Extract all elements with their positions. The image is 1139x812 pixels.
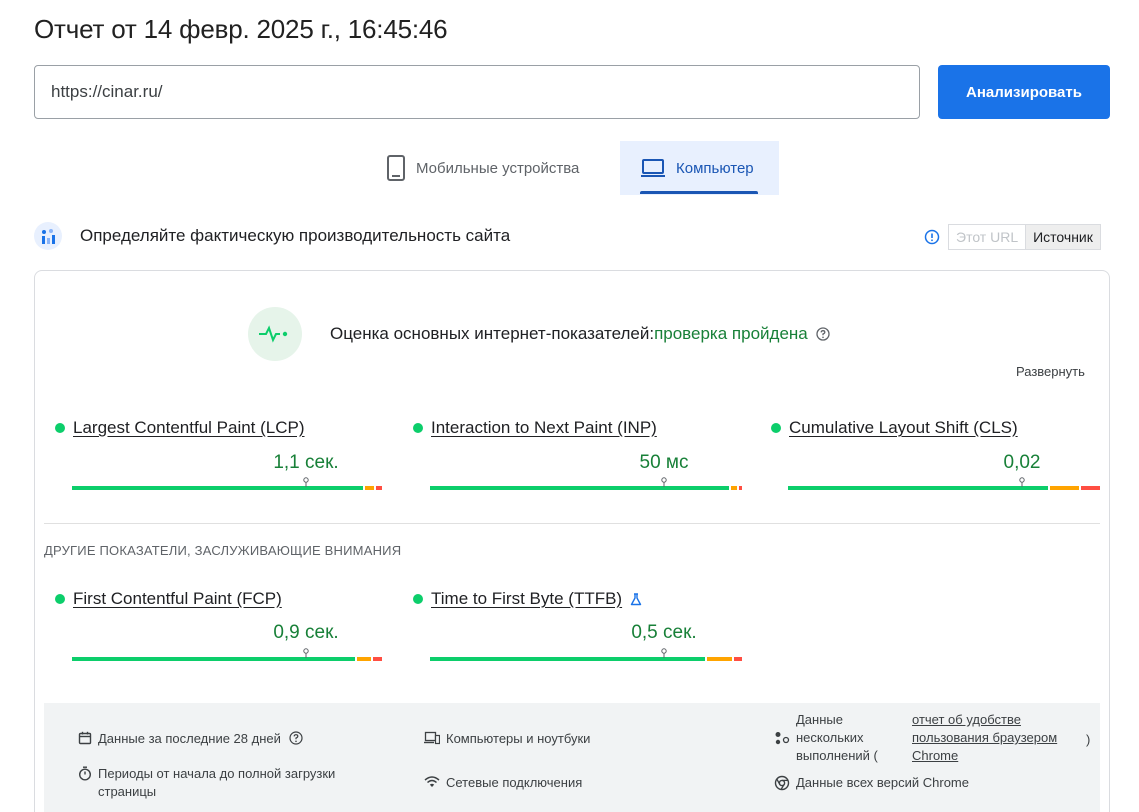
url-origin-toggle: Этот URL Источник [948,224,1101,250]
field-data-header: Определяйте фактическую производительнос… [34,222,510,250]
period-info: Данные за последние 28 дней [78,730,309,748]
other-metrics-label: ДРУГИЕ ПОКАЗАТЕЛИ, ЗАСЛУЖИВАЮЩИЕ ВНИМАНИ… [44,543,402,558]
tab-desktop-label: Компьютер [676,159,754,177]
devices-icon [424,731,440,745]
cwv-label: Оценка основных интернет-показателей: [330,324,655,343]
chrome-versions-info: Данные всех версий Chrome [774,774,969,792]
metric-ttfb-marker [661,648,667,658]
crux-report-link[interactable]: отчет об удобстве пользования браузером … [912,711,1082,765]
metric-ttfb-name[interactable]: Time to First Byte (TTFB) [431,589,642,609]
metric-status-dot [55,423,65,433]
report-title: Отчет от 14 февр. 2025 г., 16:45:46 [34,14,448,44]
smartphone-icon [387,155,405,181]
metric-cls-marker [1019,477,1025,487]
wifi-icon [424,776,440,787]
metric-ttfb-value: 0,5 сек. [631,622,697,643]
metric-lcp-bar [72,486,382,490]
laptop-icon [641,159,665,177]
stopwatch-icon [78,766,92,781]
metric-inp-value: 50 мс [639,452,689,473]
samples-text: Данные нескольких выполнений ( [796,712,878,763]
users-chart-icon [34,222,62,250]
toggle-origin[interactable]: Источник [1025,225,1100,249]
samples-suffix: ) [1086,732,1091,747]
metric-ttfb-bar [430,657,742,661]
tab-mobile[interactable]: Мобильные устройства [378,141,618,195]
page-loads-text: Периоды от начала до полной загрузки стр… [98,766,336,799]
help-icon[interactable] [816,327,830,341]
tab-mobile-label: Мобильные устройства [416,159,580,177]
tab-active-underline [640,191,758,194]
metric-status-dot [771,423,781,433]
expand-link[interactable]: Развернуть [1016,364,1085,379]
metric-lcp-value: 1,1 сек. [273,452,339,473]
flask-icon [630,592,642,605]
period-text: Данные за последние 28 дней [98,731,281,746]
metric-status-dot [55,594,65,604]
section-title: Определяйте фактическую производительнос… [80,226,511,245]
metric-fcp-name[interactable]: First Contentful Paint (FCP) [73,589,282,609]
samples-icon [775,732,790,745]
metric-inp-bar [430,486,742,490]
divider [44,523,1100,524]
samples-info: Данные нескольких выполнений ( отчет об … [774,711,1090,765]
metric-fcp-marker [303,648,309,658]
chrome-icon [774,775,790,791]
network-text: Сетевые подключения [446,775,583,790]
help-icon[interactable] [289,731,303,745]
metric-status-dot [413,594,423,604]
devices-text: Компьютеры и ноутбуки [446,731,591,746]
metric-ttfb-label: Time to First Byte (TTFB) [431,589,623,608]
url-input[interactable] [34,65,920,119]
cwv-assessment: Оценка основных интернет-показателей: про… [330,324,830,344]
page-loads-info: Периоды от начала до полной загрузки стр… [78,765,368,801]
metric-lcp-name[interactable]: Largest Contentful Paint (LCP) [73,418,305,438]
tab-desktop[interactable]: Компьютер [620,141,779,195]
cwv-status: проверка пройдена [654,324,808,343]
devices-info: Компьютеры и ноутбуки [424,730,590,748]
toggle-this-url[interactable]: Этот URL [949,225,1025,249]
analyze-button[interactable]: Анализировать [938,65,1110,119]
metric-fcp-bar [72,657,382,661]
metric-cls-name[interactable]: Cumulative Layout Shift (CLS) [789,418,1018,438]
metric-status-dot [413,423,423,433]
metric-inp-name[interactable]: Interaction to Next Paint (INP) [431,418,657,438]
chrome-versions-text: Данные всех версий Chrome [796,775,969,790]
pulse-icon [248,307,302,361]
metric-fcp-value: 0,9 сек. [273,622,339,643]
metric-cls-bar [788,486,1100,490]
info-icon[interactable] [924,229,940,245]
network-info: Сетевые подключения [424,774,582,792]
metric-cls-value: 0,02 [1003,452,1041,473]
calendar-icon [78,731,92,745]
metric-lcp-marker [303,477,309,487]
metric-inp-marker [661,477,667,487]
